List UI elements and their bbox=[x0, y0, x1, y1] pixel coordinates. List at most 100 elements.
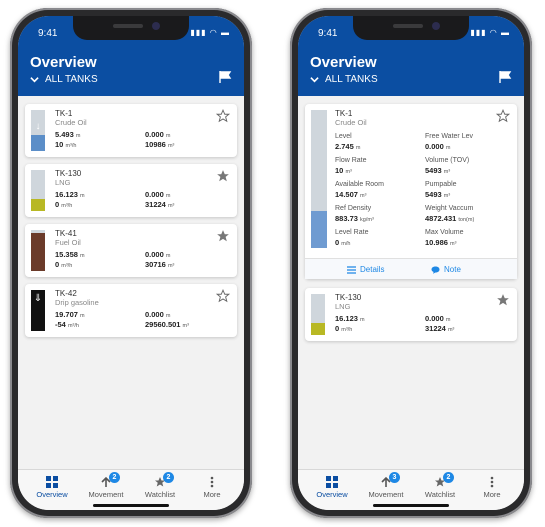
status-time: 9:41 bbox=[38, 28, 58, 39]
tab-label: More bbox=[203, 490, 221, 499]
tank-level-gauge bbox=[311, 294, 325, 335]
field-level-rate: Level Rate 0 m/h bbox=[335, 229, 369, 247]
field-volume-tov: Volume (TOV) 5493 m³ bbox=[425, 157, 470, 175]
tank-filter-dropdown[interactable]: ALL TANKS bbox=[30, 74, 98, 85]
star-outline-icon[interactable] bbox=[216, 109, 230, 123]
tank-list: ↓ TK-1 Crude Oil 5.493 m 0.000 m 10 m³/h… bbox=[18, 96, 244, 470]
tab-label: Movement bbox=[368, 490, 404, 499]
field-flow-rate: Flow Rate 10 m³ bbox=[335, 157, 367, 175]
tank-name: TK-1 bbox=[55, 109, 73, 118]
tank-card[interactable]: TK-130 LNG 16.123 m 0.000 m 0 m³/h 31224… bbox=[25, 164, 237, 217]
tab-label: More bbox=[483, 490, 501, 499]
more-vertical-icon bbox=[210, 476, 214, 488]
tank-level: 16.123 bbox=[335, 314, 358, 323]
tank-level: 5.493 bbox=[55, 130, 74, 139]
screen-right: 9:41 ▮▮▮ ◠ ▬ Overview ALL TANKS TK-1 Cru… bbox=[298, 16, 524, 510]
watchlist-badge: 2 bbox=[163, 472, 174, 483]
field-level: Level 2.745 m bbox=[335, 133, 361, 151]
tank-product: Crude Oil bbox=[335, 118, 367, 127]
tank-product: Drip gasoline bbox=[55, 298, 99, 307]
tab-watchlist[interactable]: 2 Watchlist bbox=[132, 472, 188, 499]
tank-card[interactable]: ⇓ TK-42 Drip gasoline 19.707 m 0.000 m -… bbox=[25, 284, 237, 337]
tank-product: Fuel Oil bbox=[55, 238, 81, 247]
home-indicator bbox=[93, 504, 169, 507]
field-pumpable: Pumpable 5493 m³ bbox=[425, 181, 457, 199]
tank-product: LNG bbox=[335, 302, 351, 311]
tank-flow: 0 bbox=[55, 200, 60, 209]
tank-card[interactable]: TK-41 Fuel Oil 15.358 m 0.000 m 0 m³/h 3… bbox=[25, 224, 237, 277]
tank-product: Crude Oil bbox=[55, 118, 87, 127]
field-weight-vaccum: Weight Vaccum 4872.431 ton(m) bbox=[425, 205, 475, 223]
field-free-water-level: Free Water Lev 0.000 m bbox=[425, 133, 473, 151]
comment-icon bbox=[431, 266, 440, 274]
tank-name: TK-130 bbox=[335, 293, 362, 302]
tank-card[interactable]: TK-130 LNG 16.123 m 0.000 m 0 m³/h 31224… bbox=[305, 288, 517, 341]
status-time: 9:41 bbox=[318, 28, 338, 39]
tank-level: 19.707 bbox=[55, 310, 78, 319]
flag-icon[interactable] bbox=[498, 70, 512, 84]
tab-overview[interactable]: Overview bbox=[24, 474, 80, 499]
tank-free-water: 0.000 bbox=[145, 310, 164, 319]
app-header: 9:41 ▮▮▮ ◠ ▬ Overview ALL TANKS bbox=[18, 16, 244, 96]
tank-volume: 30716 bbox=[145, 260, 166, 269]
tank-level-gauge bbox=[31, 170, 45, 211]
tab-more[interactable]: More bbox=[184, 474, 240, 499]
tank-name: TK-130 bbox=[55, 169, 82, 178]
tank-flow: 0 bbox=[55, 260, 60, 269]
details-button[interactable]: Details bbox=[347, 265, 384, 274]
tab-bar: Overview 2 Movement 2 Watchlist More bbox=[18, 469, 244, 510]
tab-overview[interactable]: Overview bbox=[304, 474, 360, 499]
tab-more[interactable]: More bbox=[464, 474, 520, 499]
tank-filter-dropdown[interactable]: ALL TANKS bbox=[310, 74, 378, 85]
grid-icon bbox=[326, 476, 338, 488]
tank-level-gauge bbox=[31, 230, 45, 271]
movement-badge: 3 bbox=[389, 472, 400, 483]
tank-level-gauge: ↓ bbox=[31, 110, 45, 151]
notch bbox=[353, 16, 469, 40]
chevron-down-icon bbox=[30, 77, 39, 83]
field-max-volume: Max Volume 10.986 m³ bbox=[425, 229, 464, 247]
note-button[interactable]: Note bbox=[431, 265, 461, 274]
app-header: 9:41 ▮▮▮ ◠ ▬ Overview ALL TANKS bbox=[298, 16, 524, 96]
tank-level: 15.358 bbox=[55, 250, 78, 259]
notch bbox=[73, 16, 189, 40]
tank-flow: -54 bbox=[55, 320, 66, 329]
status-icons: ▮▮▮ ◠ ▬ bbox=[470, 28, 510, 37]
arrow-down-icon: ↓ bbox=[35, 121, 41, 132]
list-icon bbox=[347, 265, 356, 274]
tank-filter-label: ALL TANKS bbox=[45, 74, 98, 85]
tab-label: Overview bbox=[36, 490, 68, 499]
grid-icon bbox=[46, 476, 58, 488]
tab-watchlist[interactable]: 2 Watchlist bbox=[412, 472, 468, 499]
star-filled-icon[interactable] bbox=[496, 293, 510, 307]
tank-free-water: 0.000 bbox=[145, 250, 164, 259]
tank-card-expanded[interactable]: TK-1 Crude Oil Level 2.745 m Free Water L… bbox=[305, 104, 517, 279]
tank-volume: 31224 bbox=[145, 200, 166, 209]
tab-movement[interactable]: 3 Movement bbox=[358, 472, 414, 499]
tank-free-water: 0.000 bbox=[425, 314, 444, 323]
tab-bar: Overview 3 Movement 2 Watchlist More bbox=[298, 469, 524, 510]
phone-right: 9:41 ▮▮▮ ◠ ▬ Overview ALL TANKS TK-1 Cru… bbox=[290, 8, 532, 518]
tank-card[interactable]: ↓ TK-1 Crude Oil 5.493 m 0.000 m 10 m³/h… bbox=[25, 104, 237, 157]
star-outline-icon[interactable] bbox=[496, 109, 510, 123]
star-filled-icon[interactable] bbox=[216, 229, 230, 243]
tank-volume: 29560.501 bbox=[145, 320, 181, 329]
tank-free-water: 0.000 bbox=[145, 190, 164, 199]
tank-level-gauge bbox=[311, 110, 327, 248]
tank-level-gauge: ⇓ bbox=[31, 290, 45, 331]
tank-name: TK-1 bbox=[335, 109, 353, 118]
star-outline-icon[interactable] bbox=[216, 289, 230, 303]
phone-left: 9:41 ▮▮▮ ◠ ▬ Overview ALL TANKS ↓ TK-1 C… bbox=[10, 8, 252, 518]
tab-movement[interactable]: 2 Movement bbox=[78, 472, 134, 499]
tank-filter-label: ALL TANKS bbox=[325, 74, 378, 85]
flag-icon[interactable] bbox=[218, 70, 232, 84]
home-indicator bbox=[373, 504, 449, 507]
star-filled-icon[interactable] bbox=[216, 169, 230, 183]
tank-list: TK-1 Crude Oil Level 2.745 m Free Water L… bbox=[298, 96, 524, 470]
field-ref-density: Ref Density 883.73 kg/m³ bbox=[335, 205, 374, 223]
tank-free-water: 0.000 bbox=[145, 130, 164, 139]
card-actions: Details Note bbox=[305, 258, 517, 279]
tab-label: Watchlist bbox=[424, 490, 456, 499]
tab-label: Movement bbox=[88, 490, 124, 499]
status-icons: ▮▮▮ ◠ ▬ bbox=[190, 28, 230, 37]
